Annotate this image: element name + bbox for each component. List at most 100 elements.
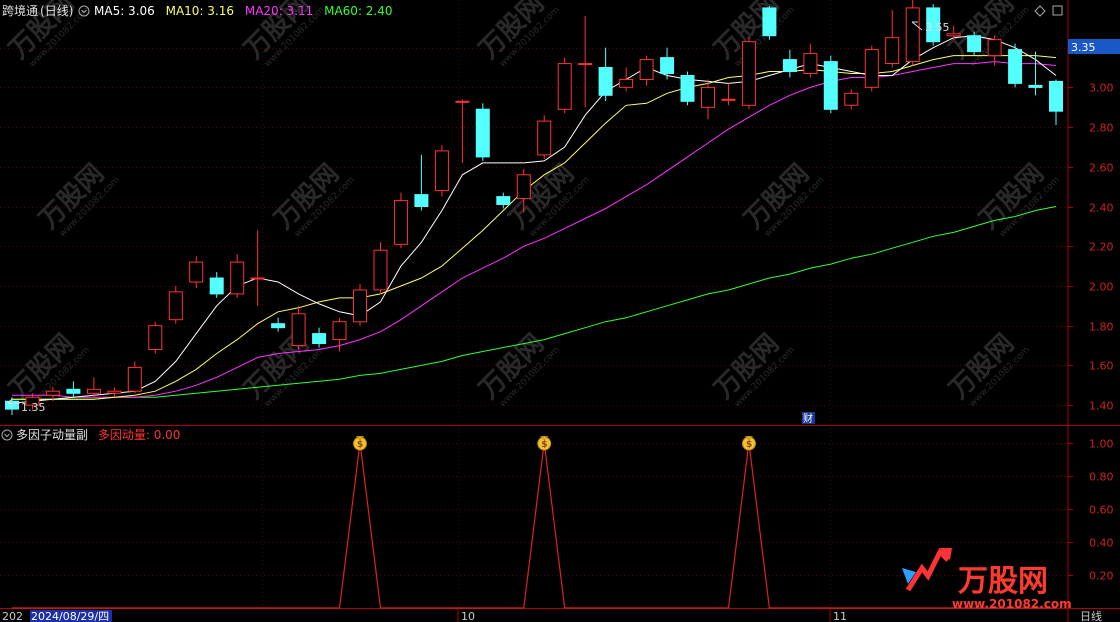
candle[interactable] [905, 0, 920, 66]
candle-body-up [127, 366, 142, 392]
candle-body-up [291, 313, 306, 347]
candle[interactable] [557, 57, 572, 114]
candle[interactable] [353, 283, 367, 326]
svg-text:跨境通(日线): 跨境通 (日线) [2, 3, 73, 18]
candle-body-up [455, 100, 470, 103]
low-price-value: 1.35 [21, 401, 46, 414]
candle-body-up [987, 39, 1002, 57]
indicator-tick-label: 0.20 [1089, 570, 1114, 583]
price-tick-label: 1.80 [1089, 321, 1114, 334]
candle[interactable] [168, 285, 183, 324]
candle[interactable] [967, 31, 982, 56]
indicator-name: 多因子动量副 [16, 428, 88, 442]
price-tick-label: 1.60 [1089, 360, 1114, 373]
candle-body-down [5, 400, 19, 410]
candle-body-up [434, 150, 449, 192]
candle-body-up [148, 325, 163, 351]
candle-body-down [598, 67, 613, 96]
current-price-value: 3.35 [1071, 41, 1096, 54]
date-prefix: 202 [2, 610, 23, 622]
candle-body-up [230, 261, 245, 295]
candle-body-up [557, 63, 572, 110]
candle-body-down [782, 59, 797, 72]
candle-body-down [762, 7, 777, 37]
brand-name: 万股网 [958, 564, 1048, 599]
candle[interactable] [373, 242, 388, 294]
candle-body-up [946, 33, 961, 37]
candle-body-up [86, 388, 101, 394]
candle-body-down [475, 108, 490, 158]
candle-body-down [312, 333, 327, 345]
period-label: (日线) [40, 4, 73, 18]
candle[interactable] [1008, 43, 1023, 88]
candle-body-up [189, 261, 204, 283]
candle-body-up [393, 200, 408, 245]
candle[interactable] [434, 144, 449, 197]
candle-body-down [209, 277, 224, 295]
indicator-tick-label: 0.80 [1089, 471, 1114, 484]
candle-body-down [1049, 80, 1063, 112]
candle-body-up [721, 98, 736, 101]
candle-body-up [864, 49, 879, 88]
indicator-tick-label: 0.60 [1089, 504, 1114, 517]
candle-body-down [967, 35, 982, 53]
high-price-value: 3.55 [925, 21, 950, 34]
brand-url: www.201082.com [952, 597, 1072, 611]
month-label-11: 11 [833, 610, 847, 622]
indicator-tick-label: 1.00 [1089, 438, 1114, 451]
candle-body-up [107, 390, 122, 394]
indicator-value: 多因动量: 0.00 [98, 428, 181, 442]
period-switch[interactable]: 日线 [1080, 609, 1102, 622]
candle[interactable] [823, 55, 838, 114]
money-bag-icon: $ [741, 436, 756, 451]
candle-body-up [803, 53, 818, 74]
candle-body-up [353, 289, 367, 323]
candle-body-up [373, 249, 388, 291]
candle-body-up [168, 291, 183, 321]
indicator-tick-label: 0.40 [1089, 537, 1114, 550]
candle[interactable] [762, 5, 777, 40]
candle[interactable] [475, 103, 490, 161]
current-date: 2024/08/29/四 [31, 610, 109, 622]
price-tick-label: 2.60 [1089, 162, 1114, 175]
financial-report-badge[interactable]: 财 [802, 412, 815, 425]
candle-body-up [578, 63, 593, 66]
candle[interactable] [393, 192, 408, 249]
money-bag-symbol: $ [541, 440, 547, 450]
candle-body-up [619, 78, 634, 88]
candle[interactable] [537, 115, 552, 159]
candle[interactable] [864, 45, 879, 92]
main-pane-header: 跨境通 (日线) MA5: 3.06 MA10: 3.16 MA20: 3.11 … [2, 3, 393, 18]
candle-body-up [701, 86, 715, 108]
price-tick-label: 1.40 [1089, 400, 1114, 413]
current-price-tag: 3.35 [1068, 39, 1120, 54]
candle-body-down [823, 61, 838, 110]
price-tick-label: 2.80 [1089, 122, 1114, 135]
price-tick-label: 3.00 [1089, 82, 1114, 95]
month-label-10: 10 [461, 610, 475, 622]
svg-text:多因子动量副 多因动量: 0.00: 多因子动量副 多因动量: 0.00 [16, 428, 180, 442]
candle-body-up [332, 321, 347, 341]
ma10-legend: MA10: 3.16 [166, 4, 234, 18]
candle-body-up [844, 92, 859, 106]
money-bag-icon: $ [353, 436, 367, 451]
financial-report-label: 财 [803, 412, 813, 425]
stock-chart[interactable]: 万股网www.201082.com 万股网www.201082.com 万股网www… [0, 0, 1120, 622]
price-tick-label: 2.40 [1089, 202, 1114, 215]
candle[interactable] [741, 37, 756, 110]
candle-body-up [250, 277, 265, 280]
ma5-legend: MA5: 3.06 [94, 4, 155, 18]
candle-body-down [496, 196, 511, 206]
candle[interactable] [680, 71, 695, 106]
sub-pane-header: 多因子动量副 多因动量: 0.00 [1, 428, 180, 442]
price-tick-label: 2.20 [1089, 241, 1114, 254]
candle-body-up [45, 390, 60, 396]
candle-body-down [1028, 84, 1043, 88]
candle-body-down [1008, 49, 1023, 84]
candle-body-up [905, 7, 920, 62]
candle-body-down [660, 57, 675, 74]
money-bag-symbol: $ [357, 440, 363, 450]
candle-body-down [680, 75, 695, 102]
money-bag-icon: $ [537, 436, 552, 451]
candle[interactable] [148, 321, 163, 354]
